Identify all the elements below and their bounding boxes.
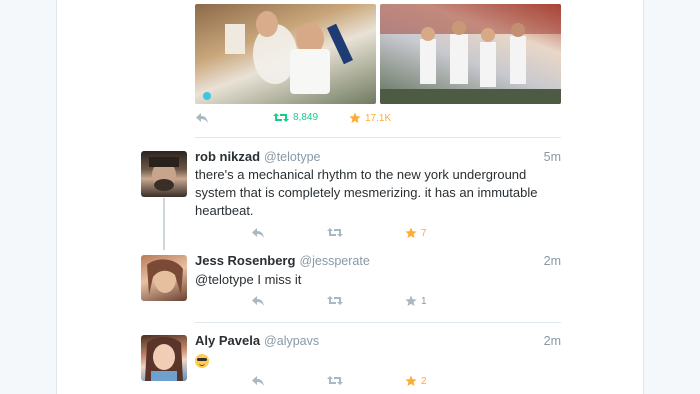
- retweet-icon: [327, 376, 343, 385]
- retweet-button[interactable]: [327, 295, 343, 306]
- tweet-timestamp[interactable]: 2m: [544, 254, 561, 268]
- reply-button[interactable]: [251, 375, 265, 387]
- tweet-timestamp[interactable]: 5m: [544, 150, 561, 164]
- reply-icon: [252, 296, 264, 306]
- display-name[interactable]: rob nikzad: [195, 149, 260, 164]
- conversation-thread-line: [163, 198, 165, 250]
- avatar[interactable]: [141, 255, 187, 301]
- display-name[interactable]: Aly Pavela: [195, 333, 260, 348]
- retweet-icon: [273, 113, 289, 122]
- retweet-count: 8,849: [293, 112, 319, 123]
- divider: [195, 322, 561, 323]
- retweet-icon: [327, 296, 343, 305]
- reply-button[interactable]: [195, 112, 209, 124]
- display-name[interactable]: Jess Rosenberg: [195, 253, 295, 268]
- star-icon: [405, 295, 417, 306]
- reply-icon: [252, 228, 264, 238]
- star-icon: [405, 227, 417, 238]
- favorite-button[interactable]: 1: [405, 295, 427, 307]
- user-handle[interactable]: @jessperate: [299, 254, 369, 268]
- avatar[interactable]: [141, 335, 187, 381]
- timeline: 8,849 17.1K rob nikzad @telotype 5m there…: [56, 0, 644, 394]
- retweet-button[interactable]: [327, 227, 343, 238]
- retweet-button[interactable]: 8,849: [273, 112, 318, 123]
- tweet-text: there's a mechanical rhythm to the new y…: [195, 167, 538, 218]
- reply-button[interactable]: [251, 295, 265, 307]
- user-handle[interactable]: @alypavs: [264, 334, 319, 348]
- reply-icon: [196, 113, 208, 123]
- tweet-media[interactable]: [195, 4, 561, 104]
- user-handle[interactable]: @telotype: [264, 150, 320, 164]
- user-name[interactable]: Jess Rosenberg @jessperate: [195, 253, 370, 268]
- avatar[interactable]: [141, 151, 187, 197]
- tweet-text: @telotype I miss it: [195, 272, 302, 287]
- reply-button[interactable]: [251, 227, 265, 239]
- media-photo[interactable]: [195, 4, 376, 104]
- divider: [195, 137, 561, 138]
- favorite-button[interactable]: 2: [405, 375, 427, 387]
- tweet-text: [195, 351, 561, 369]
- user-name[interactable]: Aly Pavela @alypavs: [195, 333, 319, 348]
- sunglasses-emoji: [195, 353, 209, 368]
- retweet-icon: [327, 228, 343, 237]
- reply-icon: [252, 376, 264, 386]
- media-photo[interactable]: [380, 4, 561, 104]
- favorite-count: 17.1K: [365, 112, 392, 124]
- user-name[interactable]: rob nikzad @telotype: [195, 149, 321, 164]
- tweet-timestamp[interactable]: 2m: [544, 334, 561, 348]
- star-icon: [349, 112, 361, 123]
- favorite-count: 7: [421, 227, 427, 239]
- favorite-button[interactable]: 7: [405, 227, 427, 239]
- favorite-count: 2: [421, 375, 427, 387]
- retweet-button[interactable]: [327, 375, 343, 386]
- favorite-count: 1: [421, 295, 427, 307]
- favorite-button[interactable]: 17.1K: [349, 112, 391, 124]
- star-icon: [405, 375, 417, 386]
